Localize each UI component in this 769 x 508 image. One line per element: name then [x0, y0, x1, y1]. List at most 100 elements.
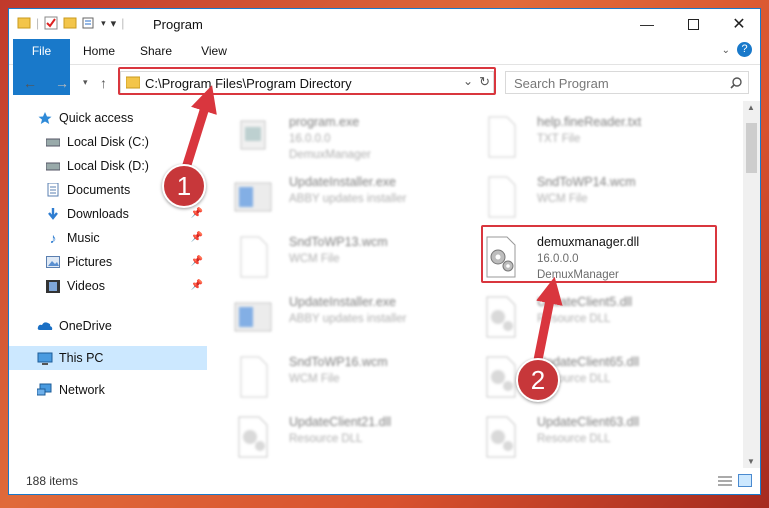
file-tile[interactable]: SndToWP13.wcm WCM File [215, 229, 455, 285]
search-icon [730, 77, 742, 89]
file-name: UpdateInstaller.exe [289, 175, 397, 189]
sidebar-item-music[interactable]: ♪ Music 📌 [9, 226, 207, 250]
quick-access-toolbar: | ▾ ▾ | [17, 16, 124, 30]
sidebar-item-onedrive[interactable]: OneDrive [9, 314, 207, 338]
sidebar-item-label: OneDrive [59, 319, 112, 333]
file-name: UpdateClient5.dll [537, 295, 633, 309]
sidebar-item-label: Local Disk (C:) [67, 135, 149, 149]
text-file-icon [488, 116, 516, 158]
cloud-icon [37, 318, 53, 334]
navigation-pane: Quick access Local Disk (C:) Local Disk … [9, 101, 207, 468]
star-icon [37, 110, 53, 126]
tab-share[interactable]: Share [134, 39, 178, 64]
file-name: UpdateClient63.dll [537, 415, 640, 429]
file-tile[interactable]: help.fineReader.txt TXT File [463, 109, 703, 165]
file-tile[interactable]: SndToWP14.wcm WCM File [463, 169, 703, 225]
documents-icon [45, 182, 61, 198]
close-button[interactable]: ✕ [716, 9, 760, 39]
file-detail: WCM File [289, 373, 340, 385]
sidebar-item-label: This PC [59, 351, 104, 365]
sidebar-item-quick-access[interactable]: Quick access [9, 106, 207, 130]
sidebar-item-videos[interactable]: Videos 📌 [9, 274, 207, 298]
dll-gear-icon [486, 296, 516, 338]
customize-arrow-icon[interactable]: ▾ [111, 17, 117, 30]
blank-file-icon [240, 236, 268, 278]
scrollbar-thumb[interactable] [746, 123, 757, 173]
pin-icon[interactable]: 📌 [191, 232, 203, 243]
ribbon-tabs: File Home Share View ⌄ ? [9, 39, 760, 95]
sidebar-item-network[interactable]: Network [9, 378, 207, 402]
new-folder-icon[interactable] [63, 16, 77, 30]
file-detail: ABBY updates installer [289, 313, 407, 325]
file-tile[interactable]: UpdateClient63.dll Resource DLL [463, 409, 703, 465]
pin-icon[interactable]: 📌 [191, 208, 203, 219]
search-placeholder: Search Program [514, 76, 609, 91]
back-arrow-icon[interactable]: ← [23, 75, 37, 91]
sidebar-item-local-disk-c[interactable]: Local Disk (C:) [9, 130, 207, 154]
file-tile[interactable]: SndToWP16.wcm WCM File [215, 349, 455, 405]
exe-icon [240, 120, 266, 150]
file-name: help.fineReader.txt [537, 115, 642, 129]
address-bar-highlight [118, 67, 496, 95]
file-tile[interactable]: program.exe 16.0.0.0 DemuxManager [215, 109, 455, 165]
file-tile[interactable]: UpdateClient5.dll Resource DLL [463, 289, 703, 345]
vertical-scrollbar[interactable]: ▲ ▼ [743, 101, 760, 468]
file-list: program.exe 16.0.0.0 DemuxManager help.f… [215, 101, 745, 468]
drive-icon [45, 158, 61, 174]
file-explorer-window: | ▾ ▾ | Program — ✕ File Home Share View… [8, 8, 761, 495]
computer-icon [37, 350, 53, 366]
recent-locations-icon[interactable]: ▾ [83, 77, 88, 88]
tab-view[interactable]: View [192, 39, 236, 64]
scroll-down-icon[interactable]: ▼ [747, 457, 755, 466]
sidebar-item-label: Local Disk (D:) [67, 159, 149, 173]
blank-file-icon [240, 356, 268, 398]
installer-icon [234, 302, 272, 332]
sidebar-item-label: Network [59, 383, 105, 397]
customize-toolbar-icon[interactable] [82, 16, 96, 30]
file-name: SndToWP14.wcm [537, 175, 636, 189]
pin-icon[interactable]: 📌 [191, 280, 203, 291]
file-name: SndToWP13.wcm [289, 235, 388, 249]
file-detail: DemuxManager [289, 149, 371, 161]
file-detail: Resource DLL [289, 433, 363, 445]
file-tile[interactable]: UpdateClient21.dll Resource DLL [215, 409, 455, 465]
forward-arrow-icon[interactable]: → [55, 75, 69, 91]
sidebar-item-label: Downloads [67, 207, 129, 221]
download-icon [45, 206, 61, 222]
network-icon [37, 382, 53, 398]
videos-icon [45, 278, 61, 294]
step-badge-2: 2 [516, 358, 560, 402]
title-bar: | ▾ ▾ | Program — ✕ [9, 9, 760, 39]
file-detail: Resource DLL [537, 433, 611, 445]
large-icons-view-icon[interactable] [738, 474, 752, 487]
search-input[interactable]: Search Program [505, 71, 749, 94]
up-arrow-icon[interactable]: ↑ [100, 75, 107, 91]
maximize-button[interactable] [670, 9, 716, 39]
dll-gear-icon [486, 416, 516, 458]
file-detail: Resource DLL [537, 313, 611, 325]
chevron-down-icon[interactable]: ▾ [101, 18, 106, 29]
sidebar-item-label: Pictures [67, 255, 113, 269]
file-name: UpdateClient21.dll [289, 415, 392, 429]
file-tile[interactable]: UpdateInstaller.exe ABBY updates install… [215, 169, 455, 225]
tab-home[interactable]: Home [77, 39, 121, 64]
expand-ribbon-icon[interactable]: ⌄ [722, 45, 730, 56]
sidebar-item-pictures[interactable]: Pictures 📌 [9, 250, 207, 274]
details-view-icon[interactable] [718, 475, 732, 487]
pin-icon[interactable]: 📌 [191, 256, 203, 267]
file-detail: ABBY updates installer [289, 193, 407, 205]
file-name: SndToWP16.wcm [289, 355, 388, 369]
help-icon[interactable]: ? [737, 42, 752, 57]
close-icon: ✕ [732, 16, 746, 33]
minimize-button[interactable]: — [624, 9, 670, 39]
sidebar-item-label: Music [67, 231, 100, 245]
sidebar-item-label: Videos [67, 279, 105, 293]
file-tile[interactable]: UpdateInstaller.exe ABBY updates install… [215, 289, 455, 345]
properties-check-icon[interactable] [44, 16, 58, 30]
sidebar-item-this-pc[interactable]: This PC [9, 346, 207, 370]
scroll-up-icon[interactable]: ▲ [747, 103, 755, 112]
file-detail: TXT File [537, 133, 581, 145]
file-tile[interactable]: UpdateClient65.dll Resource DLL [463, 349, 703, 405]
item-count: 188 items [26, 474, 79, 488]
drive-icon [45, 134, 61, 150]
